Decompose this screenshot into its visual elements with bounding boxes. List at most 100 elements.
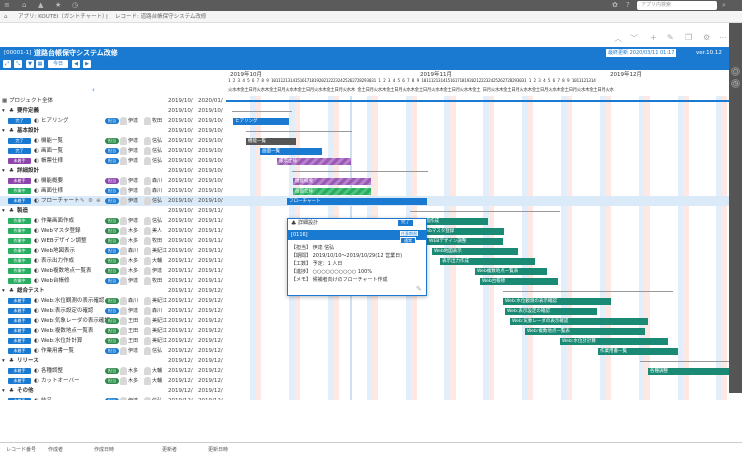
group-row[interactable]: ▾ ♣ その他 2019/12/2019/12/ xyxy=(0,386,729,396)
task-label[interactable]: WEBデザイン調整 xyxy=(41,236,87,246)
settings-icon[interactable]: ⚙ xyxy=(88,196,93,206)
home-icon[interactable]: ⌂ xyxy=(4,11,8,23)
group-row[interactable]: ▾ ♣ リリース 2019/12/2019/12/ xyxy=(0,356,729,366)
calendar-icon[interactable]: ▦ xyxy=(36,60,44,68)
expand-chevron-icon[interactable]: ▾ xyxy=(2,206,5,216)
task-row[interactable]: 未着手 ◐ 帳票仕様 担当 伊達 信弘 2019/10/2019/10/ xyxy=(0,156,729,166)
task-label[interactable]: Web:表示設定の確認 xyxy=(41,306,93,316)
task-label[interactable]: フローチャート xyxy=(41,196,79,206)
task-bar[interactable]: WEBデザイン調整 xyxy=(427,237,503,245)
task-row[interactable]: 未着手 ◐ Web:表示設定の確認 担当 伊達 森川 2019/11/2019/12/ xyxy=(0,306,729,316)
task-bar[interactable]: 表示出力作成 xyxy=(440,257,535,265)
task-label[interactable]: Web:気象レーダの表示確認 xyxy=(41,316,110,326)
expand-chevron-icon[interactable]: ▾ xyxy=(2,286,5,296)
task-label[interactable]: Web台帳修 xyxy=(41,276,70,286)
favorite-icon[interactable]: ★ xyxy=(55,0,61,11)
edit-icon[interactable]: ✎ xyxy=(80,196,85,206)
task-label[interactable]: 帳票仕様 xyxy=(41,156,63,166)
group-row[interactable]: ▾ ♣ 製造 2019/10/2019/11/ xyxy=(0,206,729,216)
task-label[interactable]: 納品 xyxy=(41,396,52,400)
task-bar[interactable]: 各種調整 xyxy=(648,367,729,375)
gear-icon[interactable]: ⚙ xyxy=(703,33,710,42)
task-label[interactable]: 画面仕様 xyxy=(41,186,63,196)
notification-icon[interactable]: ▲ xyxy=(38,0,43,11)
collapse-icon[interactable]: ⤡ xyxy=(14,60,22,68)
task-bar[interactable]: Web:気象レーダの表示確認 xyxy=(510,317,648,325)
task-row[interactable]: 未着手 ◐ 各種調整 担当 木多 大輔 2019/12/2019/12/ xyxy=(0,366,729,376)
more-icon[interactable]: ⋯ xyxy=(719,33,727,42)
task-label[interactable]: 機能概要 xyxy=(41,176,63,186)
task-bar[interactable]: Web:水位計計算 xyxy=(560,337,668,345)
task-bar[interactable]: 画面仕様 xyxy=(293,187,371,195)
task-label[interactable]: 表示出力作成 xyxy=(41,256,74,266)
task-row[interactable]: 完了 ◐ 画面一覧 担当 伊達 信弘 2019/10/2019/10/ xyxy=(0,146,729,156)
task-label[interactable]: ヒアリング xyxy=(41,116,69,126)
task-row[interactable]: 未着手 ◐ Web:水位観測の表示確認 担当 森川 美紀江 2019/11/2019/12/ xyxy=(0,296,729,306)
add-icon[interactable]: ⊕ xyxy=(96,196,101,206)
app-search-input[interactable]: アプリ内検索 xyxy=(637,1,717,10)
task-row[interactable]: 未着手◐納品担当 伊達 信弘 2019/12/2019/12/ xyxy=(0,396,729,400)
next-button[interactable]: ▶ xyxy=(83,60,91,68)
task-label[interactable]: 作業用書一覧 xyxy=(41,346,74,356)
task-bar[interactable]: Web:水位観測の表示確認 xyxy=(503,297,611,305)
task-bar[interactable]: 画面一覧 xyxy=(260,147,322,155)
task-bar[interactable]: ヒアリング xyxy=(233,117,289,125)
prev-button[interactable]: ◀ xyxy=(72,60,80,68)
task-label[interactable]: Web複数地点一覧表 xyxy=(41,266,92,276)
task-bar[interactable]: 機能一覧 xyxy=(246,137,296,145)
expand-icon[interactable]: ⤢ xyxy=(3,60,11,68)
home-icon[interactable]: ⌂ xyxy=(22,0,26,11)
task-label[interactable]: Web:水位計計算 xyxy=(41,336,82,346)
task-row[interactable]: 未着手 ◐ カットオーバー 担当 木多 大輔 2019/12/2019/12/ xyxy=(0,376,729,386)
help-icon[interactable]: ? xyxy=(626,0,630,11)
collapse-panel-icon[interactable]: ‹ xyxy=(92,86,95,94)
task-row[interactable]: 完了 ◐ ヒアリング 担当 伊達 牧田 2019/10/2019/10/ xyxy=(0,116,729,126)
expand-chevron-icon[interactable]: ▾ xyxy=(2,126,5,136)
chevron-down-icon[interactable]: ﹀ xyxy=(630,33,638,44)
task-label[interactable]: カットオーバー xyxy=(41,376,79,386)
task-bar[interactable]: 機能概要 xyxy=(293,177,371,185)
task-label[interactable]: 各種調整 xyxy=(41,366,63,376)
settings-icon[interactable]: ✿ xyxy=(612,0,618,11)
task-bar[interactable]: 作業用書一覧 xyxy=(598,347,678,355)
task-bar[interactable]: 帳票仕様 xyxy=(277,157,351,165)
expand-chevron-icon[interactable]: ▾ xyxy=(2,356,5,366)
start-date: 2019/10/ xyxy=(168,148,193,154)
group-row[interactable]: ▾ ♣ 要件定義 2019/10/2019/10/ xyxy=(0,106,729,116)
clock-icon[interactable]: ◷ xyxy=(72,0,78,11)
today-button[interactable]: 今日 xyxy=(48,60,68,68)
hamburger-icon[interactable]: ≡ xyxy=(4,0,10,11)
task-bar[interactable]: Web:複数地点一覧表 xyxy=(525,327,645,335)
filter-icon[interactable]: ▼ xyxy=(26,60,34,68)
assignee-name: 信弘 xyxy=(152,396,162,400)
task-label[interactable]: Web:水位観測の表示確認 xyxy=(41,296,104,306)
chevron-up-icon[interactable]: ︿ xyxy=(614,33,622,44)
task-label[interactable]: 機能一覧 xyxy=(41,136,63,146)
add-icon[interactable]: + xyxy=(650,33,657,42)
breadcrumb-app-link[interactable]: アプリ: KOUTEI（ガントチャート） xyxy=(18,11,108,23)
task-bar[interactable]: Web複数地点一覧表 xyxy=(475,267,547,275)
edit-icon[interactable]: ✎ xyxy=(667,33,674,42)
task-bar[interactable]: フローチャート xyxy=(287,197,427,205)
task-row[interactable]: 完了 ◐ 機能一覧 担当 伊達 信弘 2019/10/2019/10/ xyxy=(0,136,729,146)
task-bar[interactable]: Web地図表示 xyxy=(432,247,518,255)
task-label[interactable]: Webマスタ登録 xyxy=(41,226,81,236)
task-label[interactable]: Web:複数地点一覧表 xyxy=(41,326,93,336)
group-row[interactable]: ▾ ♣ 基本設計 2019/10/2019/10/ xyxy=(0,126,729,136)
comment-icon[interactable]: ○ xyxy=(731,67,740,76)
expand-chevron-icon[interactable]: ▾ xyxy=(2,166,5,176)
expand-chevron-icon[interactable]: ▾ xyxy=(2,386,5,396)
end-date: 2019/10/ xyxy=(198,168,223,174)
task-label[interactable]: Web地図表示 xyxy=(41,246,75,256)
task-bar[interactable]: Web台帳修 xyxy=(480,277,558,285)
task-label[interactable]: 画面一覧 xyxy=(41,146,63,156)
task-label[interactable]: 作業画面作成 xyxy=(41,216,74,226)
search-icon[interactable]: ⌕ xyxy=(722,0,726,11)
task-bar[interactable]: Webマスタ登録 xyxy=(420,227,504,235)
task-bar[interactable]: Web:表示設定の確認 xyxy=(505,307,597,315)
edit-icon[interactable]: ✎ xyxy=(416,285,422,293)
end-date: 2019/10/ xyxy=(198,158,223,164)
copy-icon[interactable]: ❐ xyxy=(685,33,692,42)
history-icon[interactable]: ◷ xyxy=(731,79,740,88)
expand-chevron-icon[interactable]: ▾ xyxy=(2,106,5,116)
